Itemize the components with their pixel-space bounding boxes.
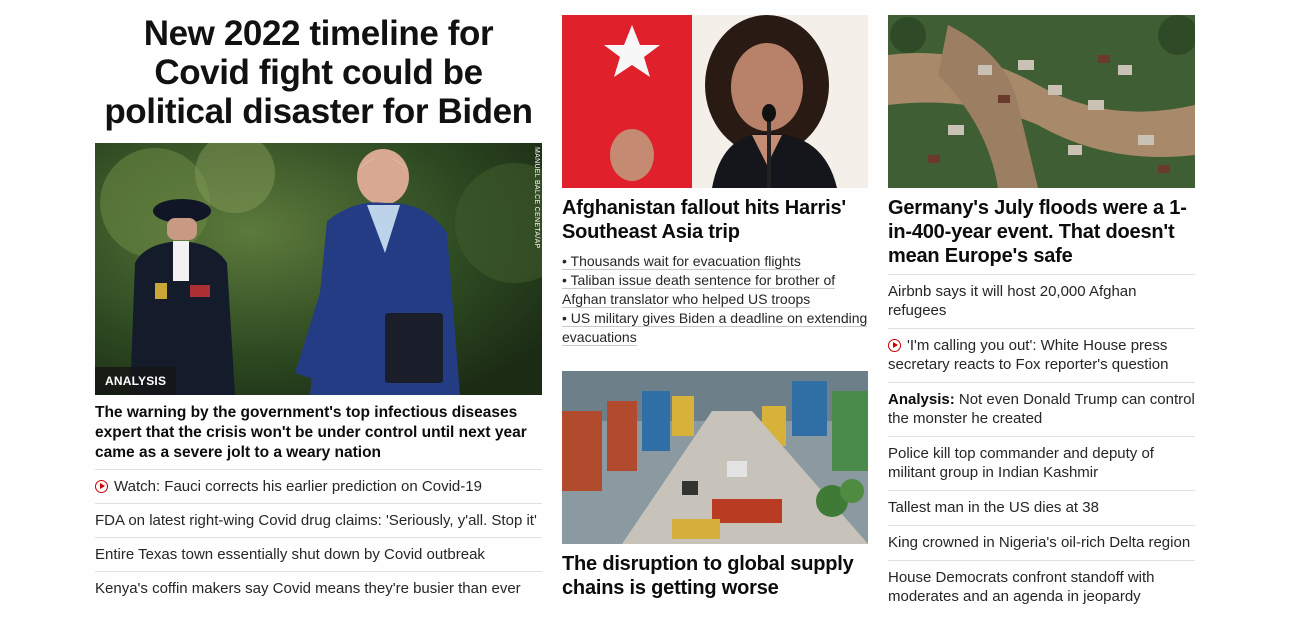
link-text: Entire Texas town essentially shut down …: [95, 546, 485, 563]
germany-floods-headline[interactable]: Germany's July floods were a 1-in-400-ye…: [888, 196, 1195, 274]
analysis-badge: ANALYSIS: [95, 367, 177, 395]
link-text: Watch: Fauci corrects his earlier predic…: [114, 478, 482, 495]
play-icon: [95, 480, 108, 493]
list-item[interactable]: 'I'm calling you out': White House press…: [888, 328, 1195, 382]
analysis-prefix: Analysis:: [888, 391, 955, 408]
hero-title[interactable]: New 2022 timeline for Covid fight could …: [95, 14, 542, 131]
list-item[interactable]: Analysis: Not even Donald Trump can cont…: [888, 382, 1195, 436]
link-text: Tallest man in the US dies at 38: [888, 499, 1099, 516]
harris-bullets: • Thousands wait for evacuation flights …: [562, 252, 868, 347]
list-item[interactable]: Kenya's coffin makers say Covid means th…: [95, 571, 542, 605]
right-column: Germany's July floods were a 1-in-400-ye…: [888, 0, 1195, 614]
harris-story-headline[interactable]: Afghanistan fallout hits Harris' Southea…: [562, 196, 868, 244]
supply-chain-headline[interactable]: The disruption to global supply chains i…: [562, 552, 868, 600]
lead-story-headline[interactable]: The warning by the government's top infe…: [95, 403, 542, 469]
biden-photo[interactable]: ANALYSIS MANUEL BALCE CENETA/AP: [95, 143, 542, 395]
play-icon: [888, 339, 901, 352]
link-text: Police kill top commander and deputy of …: [888, 445, 1154, 481]
list-item[interactable]: King crowned in Nigeria's oil-rich Delta…: [888, 525, 1195, 560]
link-text: Kenya's coffin makers say Covid means th…: [95, 580, 521, 597]
bullet-item[interactable]: • Taliban issue death sentence for broth…: [562, 271, 868, 309]
list-item[interactable]: Airbnb says it will host 20,000 Afghan r…: [888, 274, 1195, 328]
link-text: King crowned in Nigeria's oil-rich Delta…: [888, 534, 1191, 551]
list-item[interactable]: House Democrats confront standoff with m…: [888, 560, 1195, 614]
bullet-item[interactable]: • US military gives Biden a deadline on …: [562, 309, 868, 347]
list-item[interactable]: Entire Texas town essentially shut down …: [95, 537, 542, 571]
harris-photo[interactable]: [562, 15, 868, 188]
link-text: House Democrats confront standoff with m…: [888, 569, 1155, 605]
link-text: FDA on latest right-wing Covid drug clai…: [95, 512, 537, 529]
link-text: 'I'm calling you out': White House press…: [888, 337, 1169, 373]
lead-story-related-links: Watch: Fauci corrects his earlier predic…: [95, 469, 542, 605]
link-text: Airbnb says it will host 20,000 Afghan r…: [888, 283, 1137, 319]
photo-credit: MANUEL BALCE CENETA/AP: [533, 147, 540, 249]
lead-story-column: New 2022 timeline for Covid fight could …: [95, 0, 542, 605]
list-item[interactable]: FDA on latest right-wing Covid drug clai…: [95, 503, 542, 537]
container-port-photo[interactable]: [562, 371, 868, 544]
list-item[interactable]: Police kill top commander and deputy of …: [888, 436, 1195, 490]
bullet-text: • Taliban issue death sentence for broth…: [562, 272, 836, 308]
bullet-text: • Thousands wait for evacuation flights: [562, 253, 801, 270]
list-item[interactable]: Tallest man in the US dies at 38: [888, 490, 1195, 525]
bullet-item[interactable]: • Thousands wait for evacuation flights: [562, 252, 868, 271]
middle-column: Afghanistan fallout hits Harris' Southea…: [562, 0, 868, 600]
list-item[interactable]: Watch: Fauci corrects his earlier predic…: [95, 469, 542, 503]
right-column-links: Airbnb says it will host 20,000 Afghan r…: [888, 274, 1195, 614]
flood-photo[interactable]: [888, 15, 1195, 188]
bullet-text: • US military gives Biden a deadline on …: [562, 310, 868, 346]
